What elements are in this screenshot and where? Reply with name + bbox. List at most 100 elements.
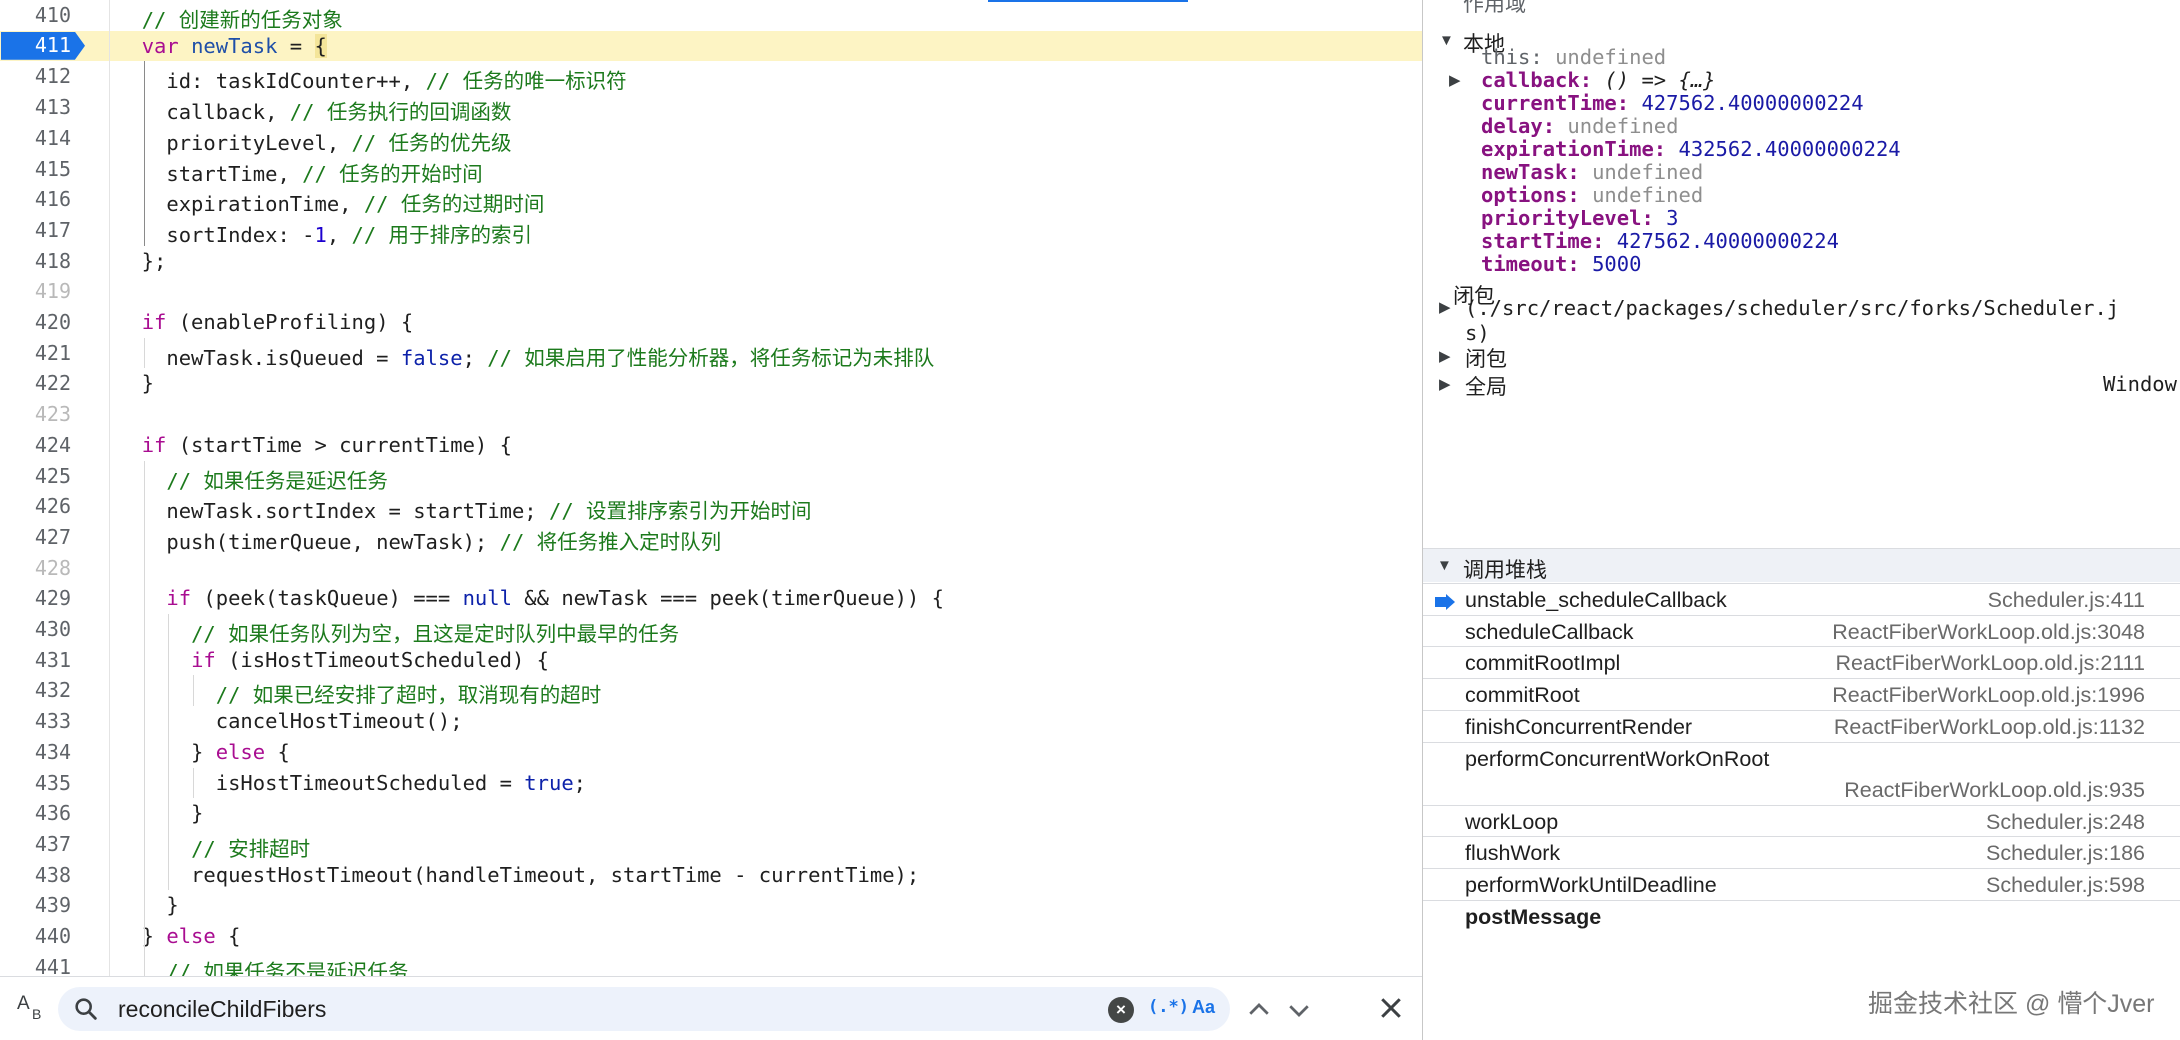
match-case-icon[interactable]: Aa — [1192, 997, 1215, 1018]
frame-location[interactable]: Scheduler.js:598 — [1986, 873, 2145, 898]
line-gutter[interactable]: 423 — [0, 399, 110, 430]
line-gutter[interactable]: 413 — [0, 92, 110, 123]
code-token: false — [400, 345, 463, 370]
code-text: if (peek(taskQueue) === null && newTask … — [117, 586, 944, 610]
close-search-icon[interactable] — [1376, 993, 1406, 1023]
frame-location[interactable]: ReactFiberWorkLoop.old.js:1132 — [1834, 715, 2145, 740]
callstack-frame[interactable]: commitRoot ReactFiberWorkLoop.old.js:1996 — [1423, 678, 2180, 710]
callstack-frame[interactable]: performConcurrentWorkOnRoot ReactFiberWor… — [1423, 741, 2180, 805]
line-number: 427 — [34, 524, 71, 549]
line-gutter[interactable]: 416 — [0, 184, 110, 215]
code-line: 427 push(timerQueue, newTask); // 将任务推入定… — [0, 521, 1422, 554]
code-token: // 任务的优先级 — [351, 130, 512, 155]
code-token: isHostTimeoutScheduled = — [117, 770, 525, 795]
code-text: }; — [117, 249, 167, 273]
frame-function-name: postMessage — [1465, 904, 1602, 929]
breakpoint-marker[interactable]: 411 — [1, 31, 85, 60]
previous-match-icon[interactable] — [1244, 995, 1274, 1025]
line-gutter[interactable]: 418 — [0, 245, 110, 277]
source-editor[interactable]: 410 // 创建新的任务对象 411 var newTask = {412 id… — [0, 0, 1422, 976]
line-gutter[interactable]: 417 — [0, 214, 110, 246]
frame-location[interactable]: Scheduler.js:248 — [1986, 810, 2145, 835]
paused-code-line: 411 var newTask = { — [0, 30, 1422, 62]
collapsed-triangle-icon: ▶ — [1439, 376, 1451, 393]
callstack-frame[interactable]: workLoop Scheduler.js:248 — [1423, 804, 2180, 837]
line-gutter[interactable]: 433 — [0, 706, 110, 737]
code-token: if — [191, 647, 216, 672]
code-token: // 如果启用了性能分析器，将任务标记为未排队 — [487, 345, 935, 370]
line-gutter[interactable]: 438 — [0, 859, 110, 891]
frame-location[interactable]: Scheduler.js:186 — [1986, 841, 2145, 866]
line-gutter[interactable]: 414 — [0, 122, 110, 154]
line-gutter[interactable]: 431 — [0, 644, 110, 676]
replace-toggle-icon[interactable]: A B — [14, 993, 48, 1025]
line-gutter[interactable]: 435 — [0, 767, 110, 799]
line-gutter[interactable]: 427 — [0, 521, 110, 553]
code-line: 416 expirationTime, // 任务的过期时间 — [0, 184, 1422, 217]
frame-location[interactable]: ReactFiberWorkLoop.old.js:3048 — [1832, 620, 2145, 645]
line-gutter[interactable]: 439 — [0, 890, 110, 922]
frame-location[interactable]: ReactFiberWorkLoop.old.js:2111 — [1835, 651, 2145, 676]
line-gutter[interactable]: 430 — [0, 614, 110, 645]
code-line: 419 — [0, 276, 1422, 308]
line-gutter[interactable]: 429 — [0, 583, 110, 615]
callstack-frame[interactable]: finishConcurrentRender ReactFiberWorkLoop… — [1423, 709, 2180, 742]
callstack-frame[interactable]: postMessage — [1423, 899, 2180, 932]
next-match-icon[interactable] — [1284, 995, 1314, 1025]
line-number: 428 — [34, 555, 71, 580]
variable-value: 5000 — [1592, 252, 1642, 276]
code-line: 426 newTask.sortIndex = startTime; // 设置… — [0, 491, 1422, 523]
line-gutter[interactable]: 425 — [0, 460, 110, 492]
line-gutter[interactable]: 422 — [0, 368, 110, 400]
clear-search-icon[interactable]: × — [1108, 997, 1134, 1023]
scope-pane-header[interactable]: 作用域 — [1463, 0, 1526, 18]
scope-variable-timeout[interactable]: timeout: 5000 — [1423, 248, 2180, 280]
code-line: 412 id: taskIdCounter++, // 任务的唯一标识符 — [0, 61, 1422, 93]
frame-location[interactable]: Scheduler.js:411 — [1988, 588, 2145, 613]
callstack-frame-current[interactable]: unstable_scheduleCallback Scheduler.js:41… — [1423, 583, 2180, 615]
line-gutter[interactable]: 426 — [0, 491, 110, 522]
regex-toggle-icon[interactable]: (.*) — [1148, 997, 1189, 1017]
line-gutter[interactable]: 432 — [0, 675, 110, 707]
code-token: // 安排超时 — [191, 836, 311, 861]
line-gutter[interactable]: 436 — [0, 798, 110, 829]
callstack-frame[interactable]: performWorkUntilDeadline Scheduler.js:598 — [1423, 867, 2180, 900]
callstack-header[interactable]: ▼ 调用堆栈 — [1423, 548, 2180, 582]
code-token: ; — [462, 345, 488, 370]
search-bar: A B × (.*) Aa — [0, 976, 1422, 1040]
line-gutter[interactable]: 441 — [0, 951, 110, 976]
frame-function-name: flushWork — [1465, 841, 1561, 866]
line-gutter[interactable]: 440 — [0, 921, 110, 952]
frame-location[interactable]: ReactFiberWorkLoop.old.js:1996 — [1832, 683, 2145, 708]
line-gutter[interactable]: 415 — [0, 153, 110, 185]
line-gutter[interactable]: 412 — [0, 61, 110, 93]
indent-guide — [143, 460, 145, 952]
scope-global-toggle[interactable]: ▶ 全局 Window — [1423, 368, 2180, 400]
callstack-frame[interactable]: flushWork Scheduler.js:186 — [1423, 836, 2180, 868]
line-gutter[interactable]: 424 — [0, 429, 110, 461]
indent-guide — [143, 61, 145, 246]
code-text: // 创建新的任务对象 — [117, 3, 343, 33]
code-token: // 如果任务是延迟任务 — [166, 468, 388, 493]
code-token: requestHostTimeout(handleTimeout, startT… — [117, 862, 920, 887]
frame-location[interactable]: ReactFiberWorkLoop.old.js:935 — [1844, 778, 2145, 803]
line-gutter[interactable]: 421 — [0, 337, 110, 369]
search-input[interactable] — [118, 994, 1118, 1024]
code-line: 437 // 安排超时 — [0, 828, 1422, 861]
callstack-frame[interactable]: commitRootImpl ReactFiberWorkLoop.old.js:… — [1423, 646, 2180, 679]
line-gutter[interactable]: 420 — [0, 307, 110, 338]
callstack-frame[interactable]: scheduleCallback ReactFiberWorkLoop.old.j… — [1423, 614, 2180, 647]
line-gutter[interactable]: 410 — [0, 0, 110, 31]
line-gutter[interactable]: 419 — [0, 276, 110, 308]
line-number: 416 — [34, 187, 71, 212]
line-gutter[interactable]: 434 — [0, 736, 110, 768]
code-text: expirationTime, // 任务的过期时间 — [117, 187, 544, 217]
line-gutter[interactable]: 437 — [0, 828, 110, 860]
line-number: 439 — [34, 893, 71, 918]
line-gutter[interactable]: 411 — [0, 30, 110, 62]
line-gutter[interactable]: 428 — [0, 552, 110, 584]
